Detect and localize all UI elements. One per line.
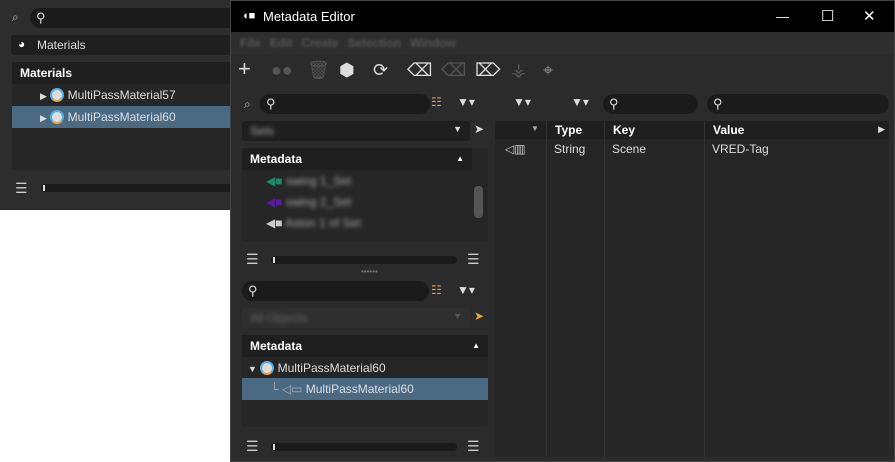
refresh-icon[interactable]: ⟳ [373,60,388,81]
splitter-handle[interactable]: •••••• [361,267,378,276]
search-options-icon[interactable]: ⌕ [244,97,251,112]
title-bar: ◖■ Metadata Editor — ☐ ✕ [231,1,894,32]
materials-window: ⌕ ⚲ ◕ Materials Materials ▶ MultiPassMat… [0,0,241,210]
materials-search-input[interactable]: ⚲ [30,8,240,28]
delete-icon[interactable]: 🗑 [307,60,330,81]
set-item[interactable]: ◀■ Aston 1 of Set [242,212,488,234]
objects-tree: Metadata ▲ ▼ MultiPassMaterial60 └ ◁▭ Mul… [242,335,488,427]
target-icon[interactable]: ⌖ [543,60,553,81]
tree-item-selected[interactable]: ▶ MultiPassMaterial60 [12,106,237,128]
chevron-down-icon: ▼ [453,124,462,134]
menu-selection[interactable]: Selection [348,36,401,50]
sets-tree: Metadata ▲ ◀■ swing 1_Set ◀■ swing 2_Set … [242,148,488,241]
objects-combo-label: All Objects [250,311,308,325]
zoom-slider[interactable] [271,443,457,451]
chevron-down-icon[interactable]: ▼ [531,124,539,133]
tree-header: Materials [12,62,237,84]
menu-window[interactable]: Window [410,36,456,50]
filter-icon[interactable]: ▼▾ [457,95,475,109]
menu-icon[interactable]: ☰ [246,251,259,268]
hierarchy-icon[interactable]: ☷ [431,283,442,297]
materials-tree: Materials ▶ MultiPassMaterial57 ▶ MultiP… [12,62,237,170]
search-icon: ⚲ [248,283,258,298]
search-icon: ⚲ [266,96,276,111]
column-value[interactable]: Value [704,121,744,139]
value-search-input[interactable]: ⚲ [707,94,889,114]
zoom-slider[interactable] [271,256,457,264]
materials-combo[interactable]: ◕ Materials [11,35,236,55]
window-title: Metadata Editor [263,9,355,24]
sets-combo-label: Sets [250,124,275,138]
sets-search-input[interactable]: ⚲ [260,94,430,114]
minimize-button[interactable]: — [776,1,789,32]
set-item[interactable]: ◀■ swing 2_Set [242,191,488,213]
menu-file[interactable]: File [240,36,261,50]
pick-cursor-icon[interactable]: ➤ [474,122,484,136]
column-key[interactable]: Key [604,121,635,139]
menu-bar: File Edit Create Selection Window [231,32,894,55]
metadata-table: ▼ Type Key Value ▶ ◁▥ String Scene VRED-… [495,121,889,457]
select-objects-icon[interactable]: ⬢ [339,60,355,81]
type-filter-icon[interactable]: ▼▾ [513,95,531,109]
toolbar: + ●● 🗑 ⬢ ⟳ ⌫ ⌫ ⌦ ⚶ ⌖ [231,56,894,86]
pick-cursor-icon[interactable]: ➤ [474,309,484,323]
menu-icon[interactable]: ☰ [246,438,259,455]
set-item[interactable]: ◀■ swing 1_Set [242,170,488,192]
column-type[interactable]: Type [546,121,582,139]
objects-combo[interactable]: All Objects ▼ [242,308,470,328]
filter-icon[interactable]: ▼▾ [457,283,475,297]
tag-remove-icon[interactable]: ⌫ [407,60,432,81]
chevron-right-icon[interactable]: ▶ [878,124,885,135]
table-header: ▼ Type Key Value ▶ [495,121,889,139]
search-icon: ⚲ [609,96,619,111]
close-button[interactable]: ✕ [863,1,876,32]
search-icon: ⚲ [36,10,46,25]
key-filter-icon[interactable]: ▼▾ [571,95,589,109]
collapse-icon[interactable]: ☰ [467,251,480,268]
string-tag-icon: ◁▥ [505,142,526,156]
tree-item[interactable]: ▶ MultiPassMaterial57 [12,84,237,106]
add-icon[interactable]: + [238,56,251,82]
chevron-down-icon: ▼ [453,311,462,321]
objects-header: Metadata ▲ [242,335,488,357]
sets-combo[interactable]: Sets ▼ [242,121,470,141]
link-icon[interactable]: ●● [271,60,293,81]
hierarchy-icon[interactable]: ☷ [431,95,442,109]
zoom-slider[interactable] [41,184,241,192]
metadata-editor-window: ◖■ Metadata Editor — ☐ ✕ File Edit Create S… [230,0,895,462]
collapse-icon[interactable]: ☰ [467,438,480,455]
maximize-button[interactable]: ☐ [821,1,834,32]
sets-header: Metadata ▲ [242,148,472,170]
brush-icon[interactable]: ⚶ [511,60,526,81]
menu-icon[interactable]: ☰ [15,180,28,197]
tag-outline-remove-icon[interactable]: ⌦ [475,60,500,81]
material-icon [260,361,275,375]
key-search-input[interactable]: ⚲ [603,94,698,114]
cell-type: String [554,142,586,156]
materials-combo-label: Materials [37,38,86,52]
cell-key: Scene [612,142,647,156]
material-icon [50,110,65,124]
search-options-icon[interactable]: ⌕ [12,10,19,25]
objects-search-input[interactable]: ⚲ [242,281,429,301]
menu-create[interactable]: Create [301,36,338,50]
search-icon: ⚲ [713,96,723,111]
material-icon: ◕ [18,37,26,51]
material-icon [50,88,65,102]
menu-edit[interactable]: Edit [270,36,293,50]
tree-item-selected[interactable]: └ ◁▭ MultiPassMaterial60 [242,378,488,400]
cell-value: VRED-Tag [712,142,769,156]
tag-clear-icon[interactable]: ⌫ [441,60,466,81]
tree-item[interactable]: ▼ MultiPassMaterial60 [242,357,488,379]
tag-icon: ◖■ [242,10,256,22]
scrollbar[interactable] [474,186,483,218]
